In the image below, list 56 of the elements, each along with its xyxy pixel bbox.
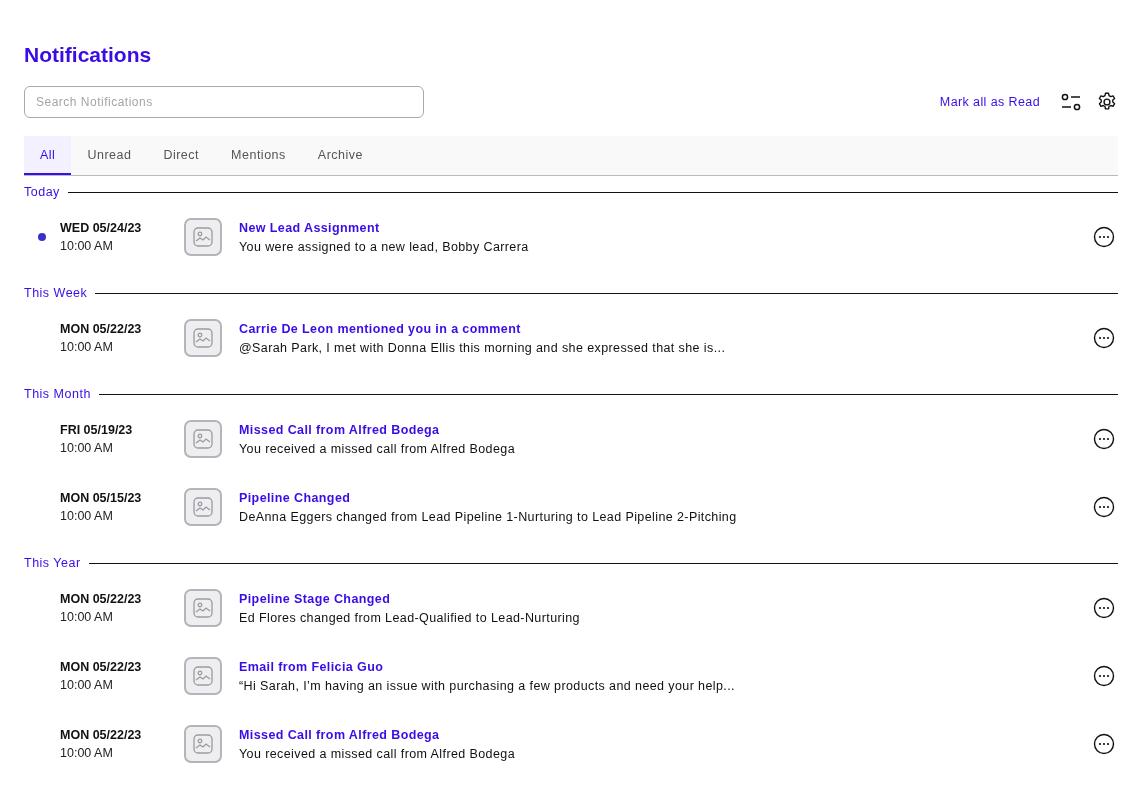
notification-time: 10:00 AM [60,440,114,457]
notification-date: MON 05/22/23 [60,659,143,676]
notification-message: You were assigned to a new lead, Bobby Carrera [239,238,530,256]
more-options-icon[interactable] [1093,428,1115,450]
notification-date: FRI 05/19/23 [60,422,134,439]
section-heading: This Year [24,556,82,570]
notification-time: 10:00 AM [60,238,114,255]
more-options-icon[interactable] [1093,496,1115,518]
tab[interactable]: All [24,136,72,175]
notification-title[interactable]: New Lead Assignment [239,218,380,237]
notification-time: 10:00 AM [60,339,114,356]
image-placeholder-icon [184,589,222,627]
page-title: Notifications [24,42,153,68]
section-heading: This Week [24,286,89,300]
tab[interactable]: Direct [147,136,216,175]
image-placeholder-icon [184,488,222,526]
notification-message: You received a missed call from Alfred Bodega [239,440,516,458]
search-field[interactable]: Search Notifications [24,86,424,118]
image-placeholder-icon [184,218,222,256]
notification-message: Ed Flores changed from Lead-Qualified to Lead-Nurturing [239,609,581,627]
notification-message: “Hi Sarah, I’m having an issue with purchasing a few products and need your help... [239,677,736,695]
notification-date: MON 05/22/23 [60,321,143,338]
more-options-icon[interactable] [1093,226,1115,248]
notification-title[interactable]: Pipeline Changed [239,488,351,507]
more-options-icon[interactable] [1093,597,1115,619]
notification-title[interactable]: Pipeline Stage Changed [239,589,391,608]
notification-time: 10:00 AM [60,508,114,525]
more-options-icon[interactable] [1093,327,1115,349]
filter-sliders-icon[interactable] [1060,91,1082,113]
notification-title[interactable]: Missed Call from Alfred Bodega [239,420,440,439]
notification-time: 10:00 AM [60,745,114,762]
notification-date: WED 05/24/23 [60,220,143,237]
tab[interactable]: Mentions [215,136,302,175]
section-heading: Today [24,185,61,199]
more-options-icon[interactable] [1093,665,1115,687]
image-placeholder-icon [184,657,222,695]
section-heading: This Month [24,387,92,401]
tab[interactable]: Archive [301,136,379,175]
notification-title[interactable]: Carrie De Leon mentioned you in a comment [239,319,521,338]
notification-date: MON 05/22/23 [60,727,143,744]
mark-all-read-link[interactable]: Mark all as Read [939,95,1040,109]
notification-time: 10:00 AM [60,609,114,626]
notification-message: You received a missed call from Alfred Bodega [239,745,516,763]
notification-date: MON 05/15/23 [60,490,143,507]
notification-time: 10:00 AM [60,677,114,694]
notification-message: @Sarah Park, I met with Donna Ellis this morning and she expressed that she is... [239,339,727,357]
notification-message: DeAnna Eggers changed from Lead Pipeline 1-Nurturing to Lead Pipeline 2-Pitching [239,508,738,526]
tab[interactable]: Unread [71,136,148,175]
settings-icon[interactable] [1096,91,1118,113]
image-placeholder-icon [184,319,222,357]
more-options-icon[interactable] [1093,733,1115,755]
image-placeholder-icon [184,420,222,458]
notification-title[interactable]: Email from Felicia Guo [239,657,384,676]
notification-date: MON 05/22/23 [60,591,143,608]
notification-title[interactable]: Missed Call from Alfred Bodega [239,725,440,744]
image-placeholder-icon [184,725,222,763]
